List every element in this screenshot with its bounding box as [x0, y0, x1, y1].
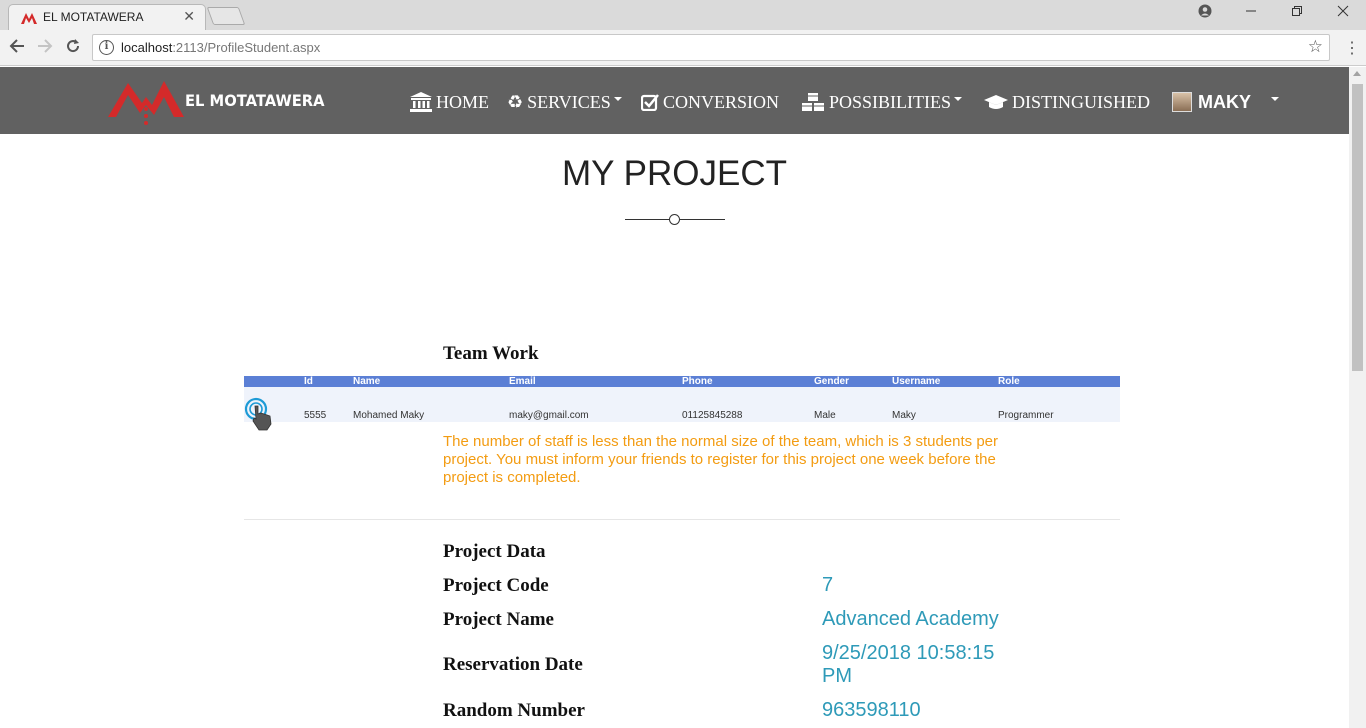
- address-bar[interactable]: i localhost:2113/ProfileStudent.aspx ☆: [92, 34, 1330, 61]
- forward-arrow-icon[interactable]: [34, 37, 56, 59]
- nav-distinguished-label: DISTINGUISHED: [1012, 91, 1150, 112]
- browser-menu-icon[interactable]: ⋮: [1344, 38, 1360, 58]
- bookmark-star-icon[interactable]: ☆: [1308, 37, 1323, 57]
- info-icon[interactable]: i: [99, 40, 114, 55]
- nav-home[interactable]: HOME: [410, 89, 489, 115]
- random-number-value: 963598110: [822, 699, 921, 721]
- tab-close-icon[interactable]: ✕: [183, 8, 195, 25]
- nav-distinguished[interactable]: DISTINGUISHED: [984, 89, 1150, 115]
- section-divider: [244, 519, 1120, 520]
- cell-role: Programmer: [998, 410, 1054, 421]
- restore-icon[interactable]: [1274, 4, 1320, 26]
- site-favicon-icon: [21, 13, 37, 24]
- table-row: 5555 Mohamed Maky maky@gmail.com 0112584…: [244, 387, 1120, 431]
- check-square-icon: [641, 94, 659, 111]
- close-window-icon[interactable]: [1320, 4, 1366, 26]
- cell-phone: 01125845288: [682, 410, 743, 421]
- team-work-heading: Team Work: [443, 343, 539, 364]
- nav-services[interactable]: ♻ SERVICES: [507, 89, 622, 115]
- title-divider: [680, 219, 725, 220]
- bank-icon: [410, 92, 432, 112]
- url-text[interactable]: localhost:2113/ProfileStudent.aspx: [121, 40, 320, 55]
- project-name-label: Project Name: [443, 609, 554, 630]
- cell-username: Maky: [892, 410, 916, 421]
- team-table: Id Name Email Phone Gender Username Role…: [244, 376, 1120, 431]
- brand-name[interactable]: EL MOTATAWERA: [185, 91, 325, 110]
- back-arrow-icon[interactable]: [6, 37, 28, 59]
- browser-tabbar: EL MOTATAWERA ✕: [0, 0, 1366, 30]
- table-header-row: Id Name Email Phone Gender Username Role: [244, 376, 1120, 387]
- cell-name: Mohamed Maky: [353, 410, 425, 421]
- team-size-warning: The number of staff is less than the nor…: [443, 433, 998, 486]
- chevron-down-icon: [613, 97, 622, 101]
- nav-possibilities-label: POSSIBILITIES: [829, 91, 952, 112]
- cell-email: maky@gmail.com: [509, 410, 589, 421]
- new-tab-button[interactable]: [206, 7, 246, 25]
- graduation-cap-icon: [984, 95, 1008, 109]
- column-header: Id: [304, 376, 313, 387]
- nav-user-label: MAKY: [1198, 91, 1251, 112]
- page-scrollbar[interactable]: [1349, 67, 1366, 728]
- column-header: Gender: [814, 376, 850, 387]
- browser-tab[interactable]: EL MOTATAWERA ✕: [8, 4, 206, 30]
- chevron-down-icon: [954, 97, 963, 101]
- nav-conversion[interactable]: CONVERSION: [641, 89, 779, 115]
- scroll-up-icon[interactable]: [1353, 71, 1361, 76]
- site-header: EL MOTATAWERA HOME ♻ SERVICES CONVERSION…: [0, 67, 1349, 134]
- minimize-icon[interactable]: [1228, 4, 1274, 26]
- recycle-icon: ♻: [507, 91, 524, 112]
- project-code-label: Project Code: [443, 575, 549, 596]
- project-data-heading: Project Data: [443, 541, 546, 562]
- cell-gender: Male: [814, 410, 836, 421]
- project-code-value: 7: [822, 574, 834, 596]
- page-title: MY PROJECT: [562, 154, 787, 193]
- nav-services-label: SERVICES: [527, 91, 611, 112]
- chevron-down-icon: [1271, 97, 1279, 101]
- site-logo-icon[interactable]: [108, 73, 184, 129]
- nav-home-label: HOME: [436, 91, 489, 112]
- column-header: Username: [892, 376, 941, 387]
- scroll-thumb[interactable]: [1352, 84, 1363, 371]
- account-icon[interactable]: [1182, 4, 1228, 26]
- title-divider-dot: [669, 214, 680, 225]
- nav-user-menu[interactable]: MAKY: [1172, 89, 1279, 115]
- select-hand-pointer-icon[interactable]: [244, 397, 274, 431]
- nav-conversion-label: CONVERSION: [663, 91, 780, 112]
- project-name-value: Advanced Academy: [822, 608, 999, 630]
- cubes-icon: [802, 93, 824, 111]
- column-header: Name: [353, 376, 381, 387]
- random-number-label: Random Number: [443, 700, 585, 721]
- nav-possibilities[interactable]: POSSIBILITIES: [801, 89, 963, 115]
- column-header: Email: [509, 376, 536, 387]
- title-divider: [625, 219, 669, 220]
- avatar: [1172, 92, 1192, 112]
- cell-id: 5555: [304, 410, 327, 421]
- tab-title: EL MOTATAWERA: [43, 10, 144, 24]
- column-header: Phone: [682, 376, 713, 387]
- reload-icon[interactable]: [62, 37, 84, 59]
- reservation-date-value: 9/25/2018 10:58:15 PM: [822, 642, 995, 687]
- reservation-date-label: Reservation Date: [443, 654, 583, 675]
- browser-toolbar: i localhost:2113/ProfileStudent.aspx ☆ ⋮: [0, 30, 1366, 66]
- column-header: Role: [998, 376, 1020, 387]
